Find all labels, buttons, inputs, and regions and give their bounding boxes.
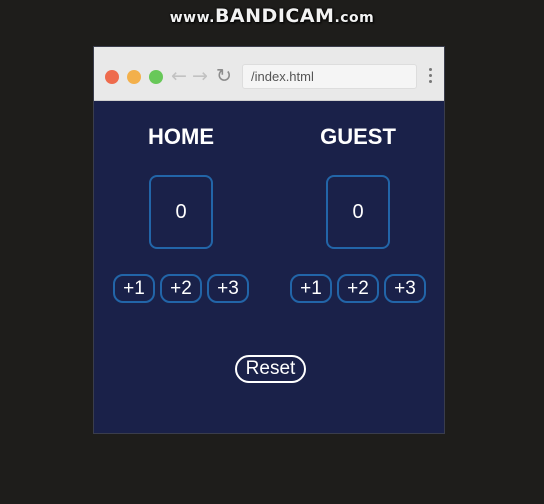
home-add-2-button[interactable]: +2 bbox=[160, 274, 202, 303]
guest-team-panel: GUEST 0 +1 +2 +3 bbox=[283, 124, 433, 303]
guest-button-row: +1 +2 +3 bbox=[283, 274, 433, 303]
guest-add-1-button[interactable]: +1 bbox=[290, 274, 332, 303]
arrow-left-icon[interactable]: ← bbox=[171, 64, 187, 88]
arrow-right-icon[interactable]: → bbox=[192, 64, 208, 88]
maximize-window-icon[interactable] bbox=[149, 70, 163, 84]
minimize-window-icon[interactable] bbox=[127, 70, 141, 84]
home-title: HOME bbox=[148, 124, 214, 149]
home-button-row: +1 +2 +3 bbox=[106, 274, 256, 303]
bandicam-watermark: www.BANDICAM.com bbox=[0, 5, 544, 27]
address-bar[interactable]: /index.html bbox=[242, 64, 417, 89]
watermark-brand: BANDICAM bbox=[214, 5, 335, 27]
home-team-panel: HOME 0 +1 +2 +3 bbox=[106, 124, 256, 303]
watermark-suffix: .com bbox=[334, 10, 375, 26]
home-add-3-button[interactable]: +3 bbox=[207, 274, 249, 303]
close-window-icon[interactable] bbox=[105, 70, 119, 84]
watermark-prefix: www. bbox=[169, 10, 215, 26]
guest-score: 0 bbox=[326, 175, 390, 249]
kebab-menu-icon[interactable] bbox=[429, 68, 433, 86]
guest-add-3-button[interactable]: +3 bbox=[384, 274, 426, 303]
browser-window: ← → ↻ /index.html HOME 0 +1 +2 +3 GUEST … bbox=[93, 46, 445, 434]
reload-icon[interactable]: ↻ bbox=[216, 64, 232, 88]
guest-add-2-button[interactable]: +2 bbox=[337, 274, 379, 303]
home-add-1-button[interactable]: +1 bbox=[113, 274, 155, 303]
scoreboard-page: HOME 0 +1 +2 +3 GUEST 0 +1 +2 +3 Reset bbox=[94, 101, 444, 433]
reset-button[interactable]: Reset bbox=[235, 355, 306, 383]
home-score: 0 bbox=[149, 175, 213, 249]
browser-toolbar: ← → ↻ /index.html bbox=[94, 47, 444, 101]
guest-title: GUEST bbox=[320, 124, 396, 149]
